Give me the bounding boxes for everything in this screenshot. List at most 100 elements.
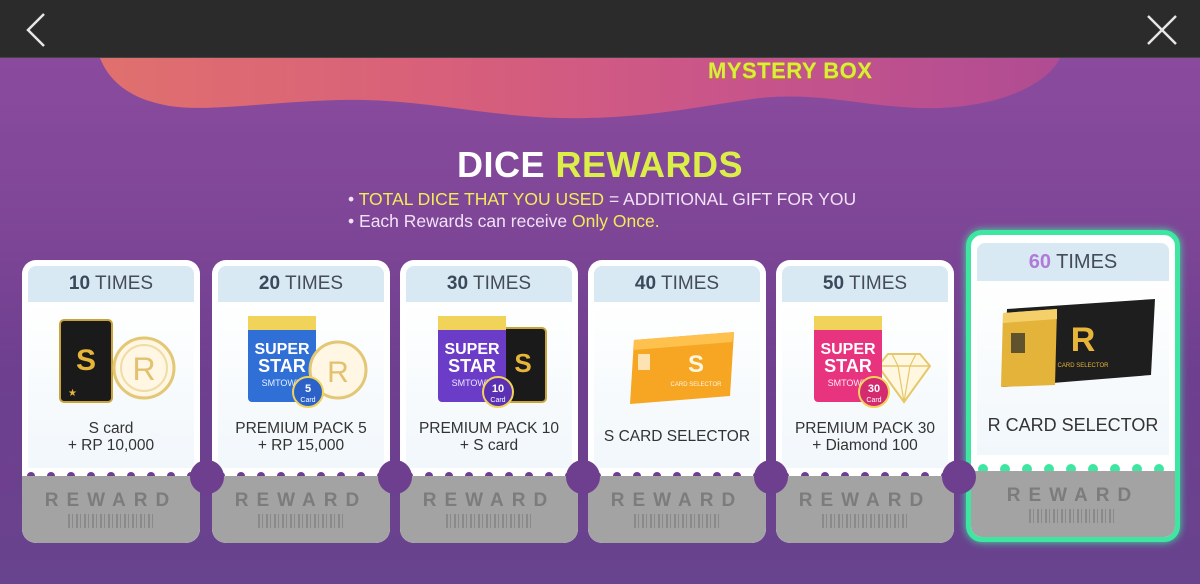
times-count: 10 <box>68 273 91 294</box>
reward-card-60[interactable]: 60 TIMES R CARD SELECTOR R CARD SELECTOR… <box>966 230 1180 542</box>
info-line-2: • Each Rewards can receive Only Once. <box>348 211 660 232</box>
ticket-notch <box>566 460 600 494</box>
mystery-box-title: MYSTERY BOX <box>708 58 873 83</box>
ticket-notch <box>190 460 224 494</box>
reward-card-10[interactable]: 10 TIMES S ★ R S card + RP 10,000 REWARD <box>22 260 200 543</box>
info-text-1: = ADDITIONAL GIFT FOR YOU <box>604 189 857 209</box>
reward-label-line2: + RP 15,000 <box>257 437 345 454</box>
rp-coin-letter: R <box>132 351 155 387</box>
reward-panel: S ★ R S card + RP 10,000 <box>28 302 194 468</box>
barcode <box>258 514 344 528</box>
reward-label-line1: PREMIUM PACK 5 <box>235 420 367 437</box>
rp-coin-letter: R <box>327 356 349 389</box>
times-count: 20 <box>258 273 281 294</box>
s-card-letter: S <box>76 344 96 377</box>
info-highlight-1: TOTAL DICE THAT YOU USED <box>358 189 605 209</box>
reward-button[interactable]: REWARD <box>776 476 954 543</box>
times-suffix: TIMES <box>661 273 720 294</box>
times-header: 20 TIMES <box>218 266 384 302</box>
reward-panel: SUPER STAR SMTOWN 30 Card PREMIUM PACK 3… <box>782 302 948 468</box>
reward-button[interactable]: REWARD <box>400 476 578 543</box>
times-header: 60 TIMES <box>977 243 1169 281</box>
s-card-selector-image: S CARD SELECTOR <box>630 332 734 404</box>
times-header: 30 TIMES <box>406 266 572 302</box>
heading-accent: REWARDS <box>555 144 744 185</box>
pack-star-text: STAR <box>258 356 306 376</box>
banner-wave <box>100 58 1060 119</box>
dice-rewards-heading: DICE REWARDS <box>0 144 1200 186</box>
reward-card-20[interactable]: 20 TIMES SUPER STAR SMTOWN R 5 Card PREM… <box>212 260 390 543</box>
ticket-notch <box>754 460 788 494</box>
reward-button[interactable]: REWARD <box>971 471 1175 537</box>
premium-pack-30-image: SUPER STAR SMTOWN 30 Card <box>814 316 932 408</box>
reward-label: PREMIUM PACK 10 + S card <box>406 420 572 454</box>
reward-button-label: REWARD <box>798 490 932 511</box>
reward-button-label: REWARD <box>422 490 556 511</box>
info-line-1: • TOTAL DICE THAT YOU USED = ADDITIONAL … <box>348 189 856 210</box>
top-bar <box>0 0 1200 58</box>
svg-text:★: ★ <box>68 388 77 399</box>
close-icon[interactable] <box>1142 10 1182 50</box>
reward-label-line1: S card <box>88 420 134 437</box>
reward-label: PREMIUM PACK 30 + Diamond 100 <box>782 420 948 454</box>
times-count: 50 <box>822 273 845 294</box>
reward-label-line1: PREMIUM PACK 30 <box>794 420 936 437</box>
barcode <box>634 514 720 528</box>
bullet: • <box>348 211 355 231</box>
reward-panel: SUPER STAR SMTOWN R 5 Card PREMIUM PACK … <box>218 302 384 468</box>
reward-panel: R CARD SELECTOR R CARD SELECTOR <box>977 281 1169 455</box>
times-count: 60 <box>1028 251 1051 273</box>
ticket-notch <box>0 460 17 494</box>
bullet: • <box>348 189 355 209</box>
reward-card-30[interactable]: 30 TIMES S SUPER STAR SMTOWN 10 Card PRE… <box>400 260 578 543</box>
premium-pack-10-image: S SUPER STAR SMTOWN 10 Card <box>438 316 547 408</box>
barcode <box>1029 509 1117 523</box>
reward-label: PREMIUM PACK 5 + RP 15,000 <box>218 420 384 454</box>
reward-label-line2: + S card <box>459 437 519 454</box>
times-suffix: TIMES <box>849 273 908 294</box>
reward-panel: S CARD SELECTOR S CARD SELECTOR <box>594 302 760 468</box>
reward-button-label: REWARD <box>234 490 368 511</box>
reward-button-label: REWARD <box>1006 485 1140 506</box>
barcode <box>68 514 154 528</box>
times-header: 50 TIMES <box>782 266 948 302</box>
reward-label-line1: S CARD SELECTOR <box>603 428 751 445</box>
s-card-letter: S <box>514 348 531 378</box>
barcode <box>446 514 532 528</box>
times-header: 40 TIMES <box>594 266 760 302</box>
reward-label: R CARD SELECTOR <box>977 416 1169 434</box>
reward-label-line2: + Diamond 100 <box>812 437 918 454</box>
reward-panel: S SUPER STAR SMTOWN 10 Card PREMIUM PACK… <box>406 302 572 468</box>
times-suffix: TIMES <box>285 273 344 294</box>
reward-label: S CARD SELECTOR <box>594 428 760 445</box>
info-text-2: Each Rewards can receive <box>359 211 573 231</box>
reward-button[interactable]: REWARD <box>588 476 766 543</box>
reward-label-line1: PREMIUM PACK 10 <box>418 420 560 437</box>
dice-rewards-stage: MYSTERY BOX DICE REWARDS • TOTAL DICE TH… <box>0 58 1200 584</box>
back-chevron-icon[interactable] <box>18 10 58 50</box>
pack-card-word: Card <box>300 397 315 404</box>
reward-button[interactable]: REWARD <box>22 476 200 543</box>
pack-count: 5 <box>305 383 311 395</box>
reward-card-40[interactable]: 40 TIMES S CARD SELECTOR S CARD SELECTOR… <box>588 260 766 543</box>
pack-count: 30 <box>868 383 880 395</box>
heading-main: DICE <box>456 144 545 185</box>
pack-count: 10 <box>492 383 504 395</box>
times-count: 30 <box>446 273 469 294</box>
selector-caption: CARD SELECTOR <box>671 382 723 388</box>
reward-button-label: REWARD <box>44 490 178 511</box>
selector-letter: R <box>1071 321 1096 359</box>
times-suffix: TIMES <box>95 273 154 294</box>
pack-star-text: STAR <box>824 356 872 376</box>
reward-card-50[interactable]: 50 TIMES SUPER STAR SMTOWN 30 Card PREMI… <box>776 260 954 543</box>
info-highlight-2: Only Once. <box>572 211 660 231</box>
pack-star-text: STAR <box>448 356 496 376</box>
selector-letter: S <box>688 351 704 378</box>
reward-button[interactable]: REWARD <box>212 476 390 543</box>
reward-label: S card + RP 10,000 <box>28 420 194 454</box>
r-card-selector-image: R CARD SELECTOR <box>1001 299 1155 387</box>
reward-button-label: REWARD <box>610 490 744 511</box>
pack-card-word: Card <box>866 397 881 404</box>
times-count: 40 <box>634 273 657 294</box>
times-suffix: TIMES <box>473 273 532 294</box>
